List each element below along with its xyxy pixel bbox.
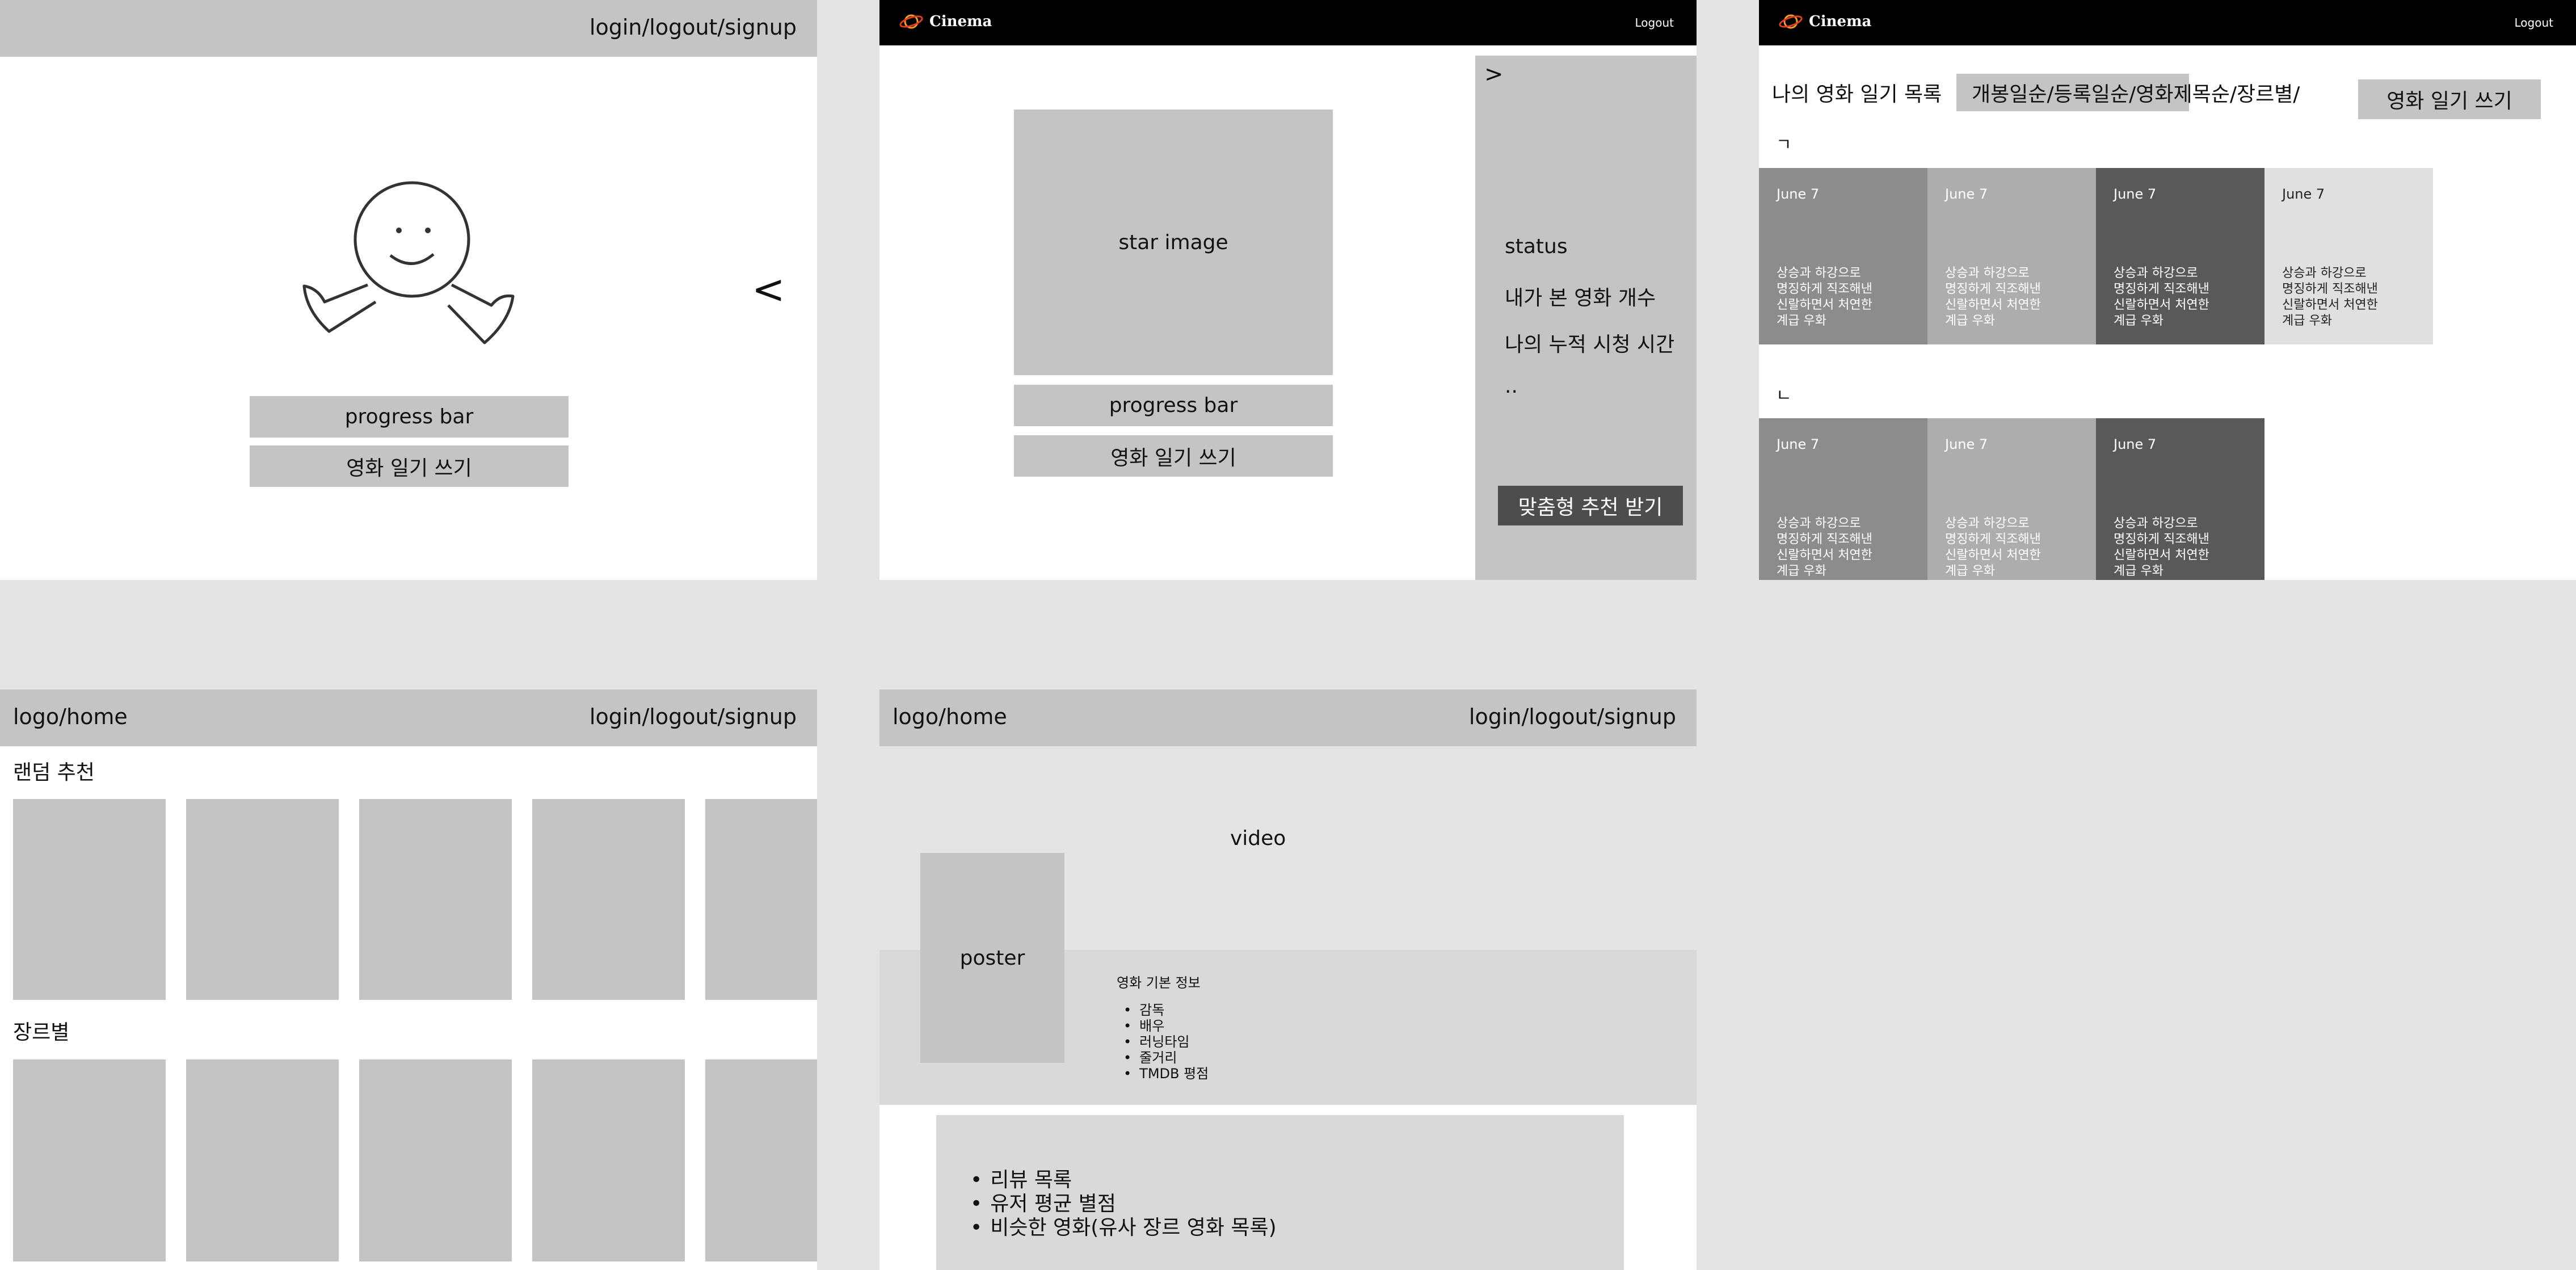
movie-tile[interactable] — [359, 799, 512, 1000]
card-0[interactable]: June 7 상승과 하강으로 명징하게 직조해낸 신랄하면서 처연한 계급 우… — [1759, 168, 1927, 344]
top-header — [1759, 0, 2576, 45]
status-label: status — [1505, 235, 1568, 258]
write-diary-button[interactable]: 영화 일기 쓰기 — [1014, 435, 1333, 477]
card-desc: 상승과 하강으로 명징하게 직조해낸 신랄하면서 처연한 계급 우화 — [2282, 266, 2378, 328]
watch-time-label: 나의 누적 시청 시간 — [1505, 333, 1675, 356]
video-label[interactable]: video — [1230, 827, 1286, 850]
card-date: June 7 — [1945, 186, 1988, 202]
card-date: June 7 — [2282, 186, 2325, 202]
card-desc: 상승과 하강으로 명징하게 직조해낸 신랄하면서 처연한 계급 우화 — [1777, 516, 1872, 578]
logo-home-link[interactable]: logo/home — [13, 704, 128, 729]
recommend-button[interactable]: 맞춤형 추천 받기 — [1498, 486, 1683, 525]
movie-info-title: 영화 기본 정보 — [1117, 975, 1201, 991]
movie-tile[interactable] — [13, 799, 166, 1000]
logo-home-link[interactable]: logo/home — [893, 704, 1007, 729]
watched-count-label: 내가 본 영화 개수 — [1505, 287, 1656, 310]
movie-tile[interactable] — [359, 1059, 512, 1261]
character-illustration — [302, 181, 515, 344]
movie-info-list: 감독 배우 러닝타임 줄거리 TMDB 평점 — [1123, 1002, 1209, 1082]
logout-link[interactable]: Logout — [2515, 16, 2553, 30]
planet-logo-icon — [1779, 14, 1803, 29]
auth-links[interactable]: login/logout/signup — [1469, 704, 1676, 729]
frame-diary-list: Cinema Logout 나의 영화 일기 목록 개봉일순/등록일순/영화제목… — [1759, 0, 2576, 580]
frame-movie-detail: logo/home login/logout/signup video post… — [879, 689, 1697, 1270]
logo-text: Cinema — [1809, 13, 1872, 30]
progress-bar: progress bar — [250, 396, 569, 438]
movie-tile[interactable] — [532, 1059, 685, 1261]
info-runtime: 러닝타임 — [1123, 1034, 1209, 1050]
top-header — [879, 0, 1697, 45]
movie-tile[interactable] — [532, 799, 685, 1000]
card-desc: 상승과 하강으로 명징하게 직조해낸 신랄하면서 처연한 계급 우화 — [2114, 516, 2209, 578]
more-label: .. — [1505, 375, 1518, 398]
poster-placeholder: poster — [920, 853, 1064, 1063]
auth-links[interactable]: login/logout/signup — [590, 704, 797, 729]
info-actors: 배우 — [1123, 1018, 1209, 1034]
card-desc: 상승과 하강으로 명징하게 직조해낸 신랄하면서 처연한 계급 우화 — [1945, 266, 2041, 328]
card-2[interactable]: June 7 상승과 하강으로 명징하게 직조해낸 신랄하면서 처연한 계급 우… — [2096, 168, 2264, 344]
sort-options[interactable]: 개봉일순/등록일순/영화제목순/장르별/ — [1972, 78, 2300, 107]
cinema-logo[interactable]: Cinema — [899, 11, 992, 32]
movie-tile[interactable] — [13, 1059, 166, 1261]
auth-links[interactable]: login/logout/signup — [590, 15, 797, 40]
card-desc: 상승과 하강으로 명징하게 직조해낸 신랄하면서 처연한 계급 우화 — [1945, 516, 2041, 578]
card-5[interactable]: June 7 상승과 하강으로 명징하게 직조해낸 신랄하면서 처연한 계급 우… — [1927, 418, 2096, 580]
info-tmdb-rating: TMDB 평점 — [1123, 1066, 1209, 1082]
card-1[interactable]: June 7 상승과 하강으로 명징하게 직조해낸 신랄하면서 처연한 계급 우… — [1927, 168, 2096, 344]
reviews-panel: 리뷰 목록 유저 평균 별점 비슷한 영화(유사 장르 영화 목록) — [936, 1115, 1624, 1270]
card-4[interactable]: June 7 상승과 하강으로 명징하게 직조해낸 신랄하면서 처연한 계급 우… — [1759, 418, 1927, 580]
planet-logo-icon — [899, 14, 923, 29]
random-section-title: 랜덤 추천 — [13, 761, 95, 784]
write-diary-button[interactable]: 영화 일기 쓰기 — [2358, 79, 2541, 119]
similar-movies-item[interactable]: 비슷한 영화(유사 장르 영화 목록) — [970, 1216, 1276, 1240]
info-plot: 줄거리 — [1123, 1050, 1209, 1066]
info-director: 감독 — [1123, 1002, 1209, 1018]
card-desc: 상승과 하강으로 명징하게 직조해낸 신랄하면서 처연한 계급 우화 — [2114, 266, 2209, 328]
frame-home-status: Cinema Logout star image progress bar 영화… — [879, 0, 1697, 580]
card-6[interactable]: June 7 상승과 하강으로 명징하게 직조해낸 신랄하면서 처연한 계급 우… — [2096, 418, 2264, 580]
cinema-logo[interactable]: Cinema — [1778, 11, 1871, 32]
star-image-placeholder: star image — [1014, 110, 1333, 375]
section-label-giyeok: ㄱ — [1776, 135, 1792, 155]
movie-tile[interactable] — [705, 1059, 817, 1261]
section-label-nieun: ㄴ — [1776, 386, 1792, 406]
card-date: June 7 — [2114, 186, 2157, 202]
status-side-panel: > status 내가 본 영화 개수 나의 누적 시청 시간 .. 맞춤형 추… — [1475, 56, 1697, 580]
user-average-rating-item: 유저 평균 별점 — [970, 1192, 1277, 1216]
card-desc: 상승과 하강으로 명징하게 직조해낸 신랄하면서 처연한 계급 우화 — [1777, 266, 1872, 328]
movie-tile[interactable] — [705, 799, 817, 1000]
logout-link[interactable]: Logout — [1635, 16, 1674, 30]
genre-section-title: 장르별 — [13, 1021, 70, 1044]
reviews-list: 리뷰 목록 유저 평균 별점 비슷한 영화(유사 장르 영화 목록) — [970, 1168, 1277, 1240]
card-3[interactable]: June 7 상승과 하강으로 명징하게 직조해낸 신랄하면서 처연한 계급 우… — [2264, 168, 2433, 344]
card-date: June 7 — [1777, 436, 1820, 452]
collapse-arrow-icon[interactable]: < — [752, 264, 785, 315]
card-date: June 7 — [2114, 436, 2157, 452]
card-date: June 7 — [1945, 436, 1988, 452]
expand-arrow-icon[interactable]: > — [1484, 61, 1504, 87]
logo-text: Cinema — [929, 13, 992, 30]
movie-tile[interactable] — [186, 799, 339, 1000]
progress-bar: progress bar — [1014, 385, 1333, 426]
frame-recommend-list: logo/home login/logout/signup 랜덤 추천 장르별 — [0, 689, 817, 1270]
movie-tile[interactable] — [186, 1059, 339, 1261]
review-list-item[interactable]: 리뷰 목록 — [970, 1168, 1277, 1192]
diary-list-title: 나의 영화 일기 목록 — [1772, 83, 1942, 106]
frame-home-character: login/logout/signup progress bar 영화 일기 쓰… — [0, 0, 817, 580]
write-diary-button[interactable]: 영화 일기 쓰기 — [250, 445, 569, 487]
card-date: June 7 — [1777, 186, 1820, 202]
